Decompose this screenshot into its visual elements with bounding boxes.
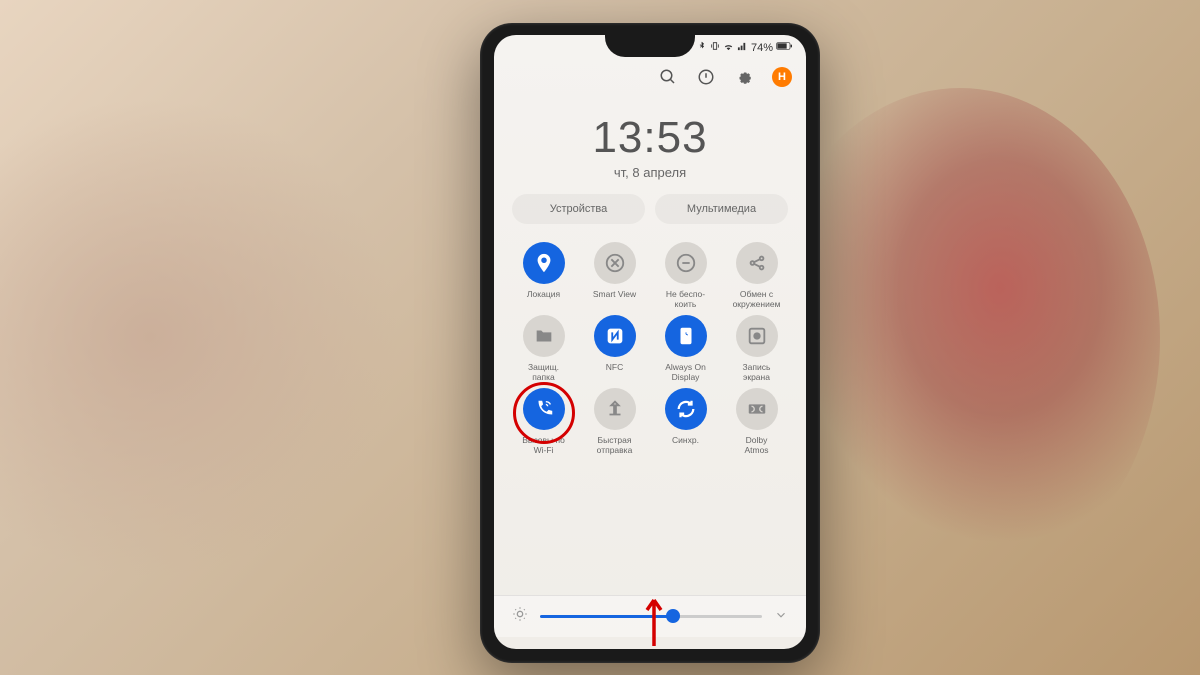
- toggle-dolby[interactable]: Dolby Atmos: [723, 388, 790, 455]
- tab-media[interactable]: Мультимедиа: [655, 194, 788, 224]
- share-icon[interactable]: [736, 242, 778, 284]
- toggle-label: Обмен с окружением: [733, 289, 781, 309]
- toggle-label: Вызовы по Wi-Fi: [522, 435, 565, 455]
- quickshare-icon[interactable]: [594, 388, 636, 430]
- folder-icon[interactable]: [523, 315, 565, 357]
- toggle-record[interactable]: Запись экрана: [723, 315, 790, 382]
- phone-frame: 74% H 13:53 чт, 8 апреля Устройства: [480, 23, 820, 663]
- notification-badge[interactable]: H: [772, 67, 792, 87]
- clock-time: 13:53: [494, 113, 806, 163]
- signal-icon: [737, 41, 748, 55]
- bluetooth-icon: [697, 41, 707, 54]
- location-icon[interactable]: [523, 242, 565, 284]
- dolby-icon[interactable]: [736, 388, 778, 430]
- nfc-icon[interactable]: [594, 315, 636, 357]
- toggle-quickshare[interactable]: Быстрая отправка: [581, 388, 648, 455]
- background-decor: [0, 0, 500, 675]
- brightness-slider-section: [494, 595, 806, 637]
- toggle-wificall[interactable]: Вызовы по Wi-Fi: [510, 388, 577, 455]
- action-bar: H: [494, 59, 806, 95]
- toggle-label: Быстрая отправка: [597, 435, 633, 455]
- background-decor: [760, 88, 1160, 588]
- toggle-smartview[interactable]: Smart View: [581, 242, 648, 309]
- gear-icon[interactable]: [734, 67, 754, 87]
- panel-tabs: Устройства Мультимедиа: [494, 194, 806, 224]
- toggle-nfc[interactable]: NFC: [581, 315, 648, 382]
- toggle-location[interactable]: Локация: [510, 242, 577, 309]
- chevron-down-icon[interactable]: [774, 608, 788, 625]
- toggle-label: NFC: [606, 362, 623, 382]
- search-icon[interactable]: [658, 67, 678, 87]
- brightness-slider-thumb[interactable]: [666, 609, 680, 623]
- toggle-dnd[interactable]: Не беспо- коить: [652, 242, 719, 309]
- sync-icon[interactable]: [665, 388, 707, 430]
- toggle-folder[interactable]: Защищ. папка: [510, 315, 577, 382]
- battery-icon: [776, 41, 792, 54]
- tab-devices[interactable]: Устройства: [512, 194, 645, 224]
- clock-date: чт, 8 апреля: [494, 165, 806, 180]
- smartview-icon[interactable]: [594, 242, 636, 284]
- toggle-label: Защищ. папка: [528, 362, 559, 382]
- toggle-label: Smart View: [593, 289, 636, 309]
- toggle-label: Запись экрана: [743, 362, 771, 382]
- record-icon[interactable]: [736, 315, 778, 357]
- clock-section: 13:53 чт, 8 апреля: [494, 95, 806, 194]
- dnd-icon[interactable]: [665, 242, 707, 284]
- screen-notch: [605, 35, 695, 57]
- quick-toggle-grid: Локация Smart View Не беспо- коить Обмен с …: [494, 242, 806, 456]
- toggle-label: Локация: [527, 289, 560, 309]
- toggle-label: Синхр.: [672, 435, 699, 455]
- battery-text: 74%: [751, 42, 773, 54]
- toggle-share[interactable]: Обмен с окружением: [723, 242, 790, 309]
- power-icon[interactable]: [696, 67, 716, 87]
- toggle-aod[interactable]: Always On Display: [652, 315, 719, 382]
- aod-icon[interactable]: [665, 315, 707, 357]
- wifi-icon: [723, 41, 734, 55]
- brightness-icon: [512, 606, 528, 627]
- phone-screen: 74% H 13:53 чт, 8 апреля Устройства: [494, 35, 806, 649]
- toggle-label: Dolby Atmos: [744, 435, 768, 455]
- toggle-sync[interactable]: Синхр.: [652, 388, 719, 455]
- toggle-label: Always On Display: [665, 362, 706, 382]
- brightness-slider[interactable]: [540, 615, 762, 618]
- wificall-icon[interactable]: [523, 388, 565, 430]
- vibrate-icon: [710, 41, 720, 54]
- toggle-label: Не беспо- коить: [666, 289, 705, 309]
- status-icons: 74%: [697, 41, 792, 55]
